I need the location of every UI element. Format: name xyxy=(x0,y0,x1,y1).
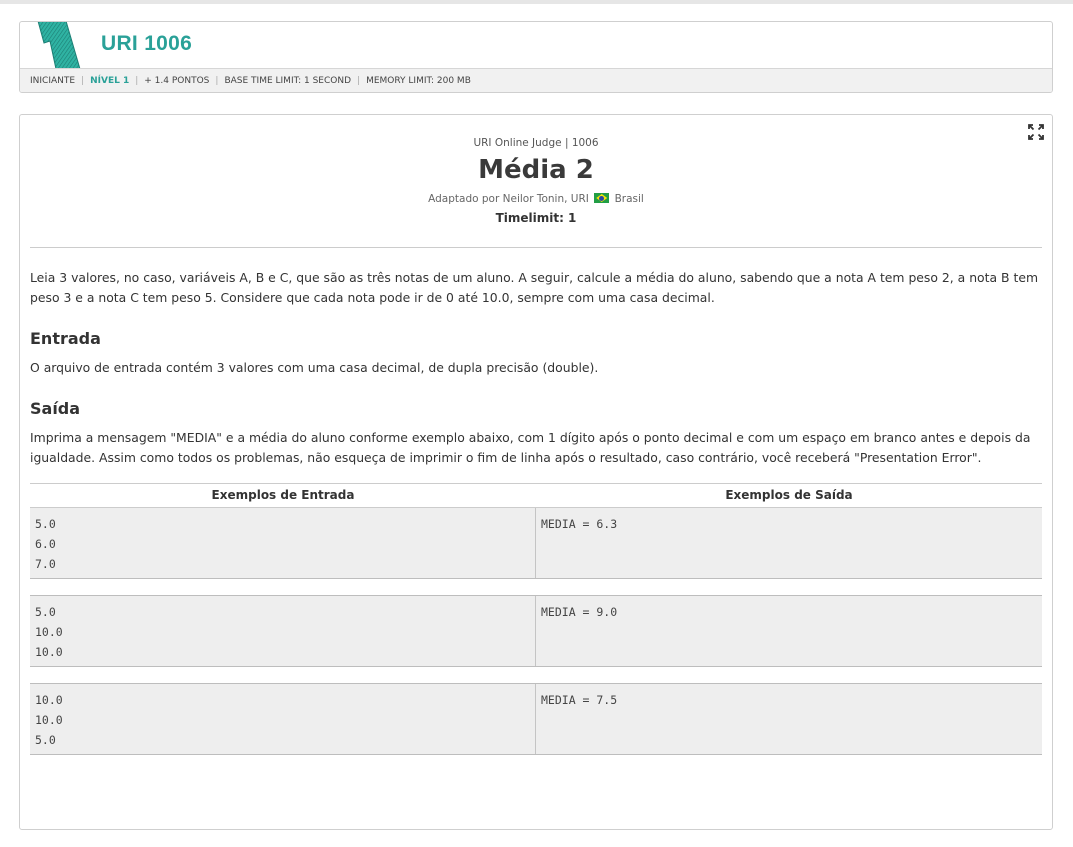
example-output[interactable]: MEDIA = 6.3 xyxy=(536,508,1042,578)
divider xyxy=(30,247,1042,248)
adapted-by: Adaptado por Neilor Tonin, URI Brasil xyxy=(20,193,1052,205)
problem-panel: URI Online Judge | 1006 Média 2 Adaptado… xyxy=(19,114,1053,830)
brazil-flag-icon xyxy=(594,193,610,203)
meta-memory-limit: MEMORY LIMIT: 200 MB xyxy=(366,76,471,86)
example-input[interactable]: 10.0 10.0 5.0 xyxy=(30,684,536,754)
judge-line: URI Online Judge | 1006 xyxy=(473,137,599,149)
uri-logo-icon xyxy=(36,22,90,70)
meta-time-limit: BASE TIME LIMIT: 1 SECOND xyxy=(224,76,352,86)
example-output[interactable]: MEDIA = 9.0 xyxy=(536,596,1042,666)
example-case: 10.0 10.0 5.0 MEDIA = 7.5 xyxy=(30,683,1042,755)
meta-points: + 1.4 PONTOS xyxy=(144,76,210,86)
meta-category[interactable]: INICIANTE xyxy=(30,76,75,86)
examples-output-header: Exemplos de Saída xyxy=(725,488,853,502)
adapted-by-text: Adaptado por Neilor Tonin, URI xyxy=(428,193,589,205)
examples-header: Exemplos de Entrada Exemplos de Saída xyxy=(30,483,1042,508)
meta-level[interactable]: NÍVEL 1 xyxy=(90,76,129,86)
output-description: Imprima a mensagem "MEDIA" e a média do … xyxy=(30,430,1031,465)
example-output[interactable]: MEDIA = 7.5 xyxy=(536,684,1042,754)
problem-meta-bar: INICIANTE | NÍVEL 1 | + 1.4 PONTOS | BASE TIME… xyxy=(20,68,1052,92)
top-strip xyxy=(0,0,1073,4)
output-heading: Saída xyxy=(30,399,81,418)
input-description: O arquivo de entrada contém 3 valores co… xyxy=(30,360,599,375)
timelimit: Timelimit: 1 xyxy=(495,211,577,225)
example-case: 5.0 6.0 7.0 MEDIA = 6.3 xyxy=(30,508,1042,579)
example-case: 5.0 10.0 10.0 MEDIA = 9.0 xyxy=(30,595,1042,667)
problem-title: Média 2 xyxy=(478,155,594,185)
problem-description: Leia 3 valores, no caso, variáveis A, B … xyxy=(30,270,1039,305)
problem-code: URI 1006 xyxy=(101,32,193,55)
example-input[interactable]: 5.0 6.0 7.0 xyxy=(30,508,536,578)
examples-table: Exemplos de Entrada Exemplos de Saída 5.… xyxy=(30,483,1042,755)
input-heading: Entrada xyxy=(30,329,101,348)
problem-header: URI 1006 INICIANTE | NÍVEL 1 | + 1.4 PONTOS |… xyxy=(19,21,1053,93)
examples-input-header: Exemplos de Entrada xyxy=(211,488,355,502)
adapted-country: Brasil xyxy=(614,193,644,205)
example-input[interactable]: 5.0 10.0 10.0 xyxy=(30,596,536,666)
